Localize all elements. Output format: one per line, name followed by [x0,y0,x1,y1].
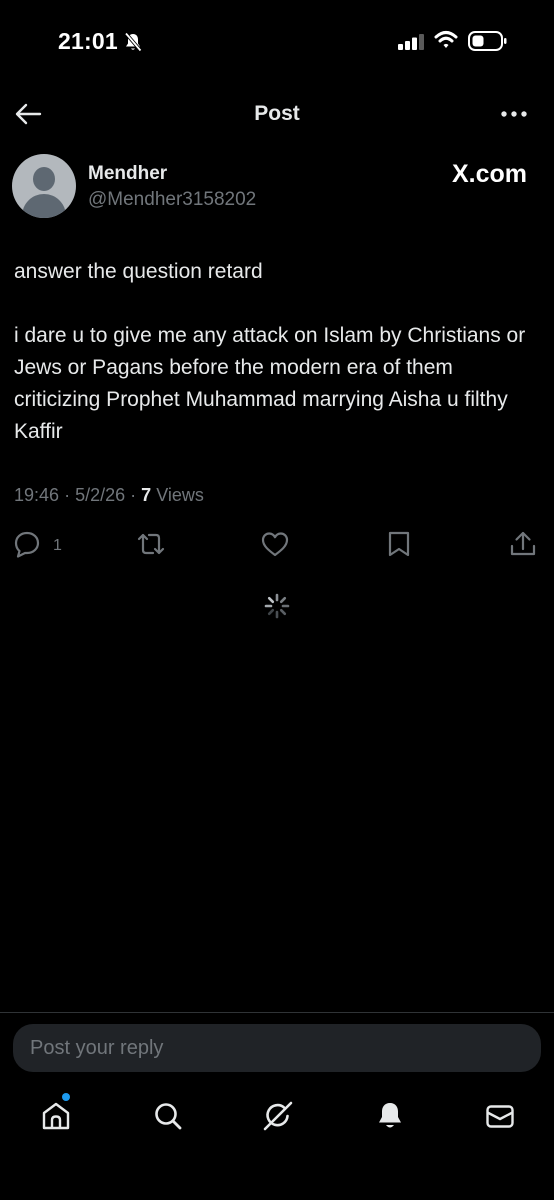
views-count: 7 [141,485,152,505]
meta-separator: · [130,485,137,505]
bell-off-icon [124,32,142,52]
home-icon[interactable] [40,1100,72,1132]
post-actions [0,530,554,560]
post-date: 5/2/26 [75,485,126,505]
post-paragraph: answer the question retard [14,260,263,283]
unread-indicator-dot [62,1093,70,1101]
reply-icon[interactable] [13,530,41,558]
battery-icon [468,31,507,51]
signal-icon [398,34,424,50]
reply-input[interactable] [13,1024,541,1072]
meta-separator: · [64,485,71,505]
xcom-watermark: X.com [451,160,527,188]
share-icon[interactable] [509,530,537,558]
status-time: 21:01 [58,28,118,54]
post-header: Post [0,90,554,138]
avatar-head-shape [33,167,55,191]
post-text: answer the question retard i dare u to g… [14,256,534,448]
bottom-tab-bar [0,1090,554,1150]
notifications-icon[interactable] [374,1100,406,1132]
spinner-icon [264,593,290,619]
post-paragraph: i dare u to give me any attack on Islam … [14,324,526,443]
bookmark-icon[interactable] [386,530,412,558]
search-icon[interactable] [152,1100,184,1132]
like-icon[interactable] [260,530,290,558]
messages-icon[interactable] [484,1100,516,1132]
author-handle[interactable]: @Mendher3158202 [88,189,256,211]
page-title: Post [254,102,300,125]
views-label: Views [156,485,204,505]
author-avatar[interactable] [12,154,76,218]
grok-icon[interactable] [262,1100,294,1132]
author-name[interactable]: Mendher [88,163,167,185]
status-bar: 21:01 [0,0,554,80]
post-meta: 19:46 · 5/2/26 · 7 Views [14,485,204,506]
more-options-icon[interactable] [500,104,528,124]
wifi-icon [434,31,458,48]
reply-count: 1 [53,537,62,554]
home-indicator [204,1180,350,1185]
avatar-shoulders-shape [22,194,66,218]
post-time: 19:46 [14,485,60,505]
reply-divider [0,1012,554,1013]
repost-icon[interactable] [135,530,167,558]
